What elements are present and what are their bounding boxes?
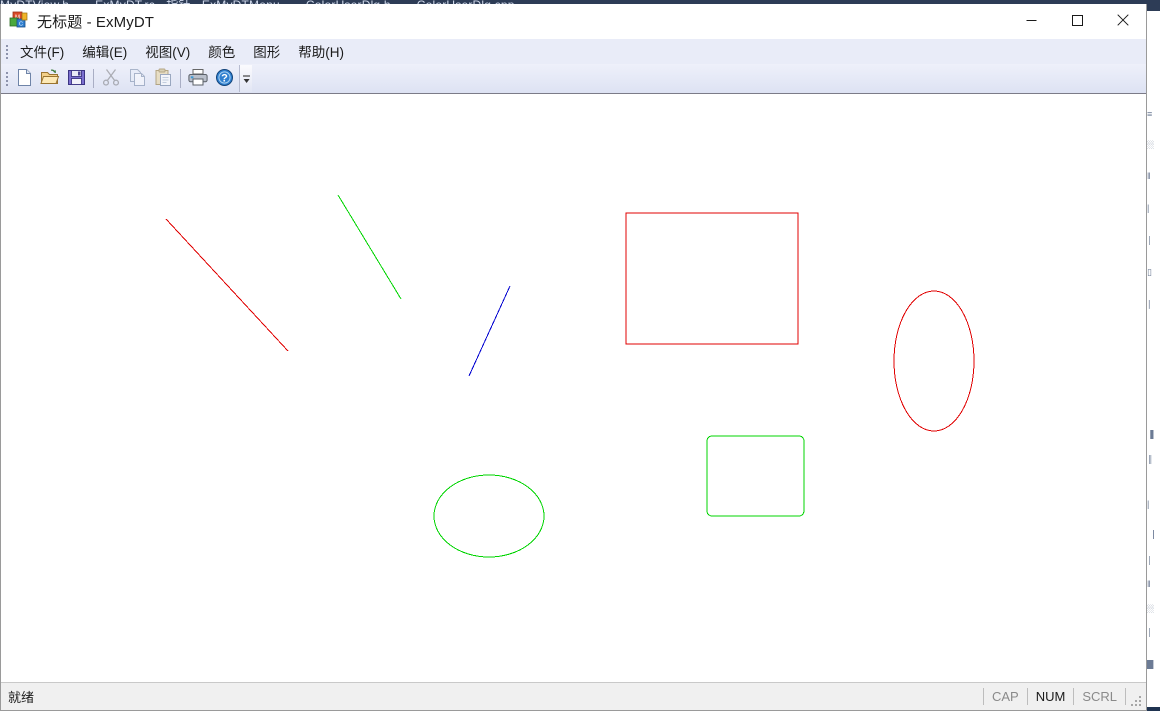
maximize-icon [1071, 14, 1083, 29]
menu-item-file[interactable]: 文件(F) [11, 38, 73, 65]
background-window-ghost-text: │ [1147, 556, 1153, 565]
background-window-ghost-text: ∣ [1147, 300, 1152, 309]
toolbar-overflow-button[interactable] [239, 65, 252, 92]
menu-item-help[interactable]: 帮助(H) [289, 38, 353, 65]
copy-button[interactable] [124, 66, 150, 91]
background-window-ghost-text: ▯ [1147, 268, 1152, 277]
background-window-ghost-text: | [1147, 204, 1150, 213]
menu-item-color[interactable]: 颜色 [199, 38, 244, 65]
toolbar-drag-handle[interactable] [3, 66, 11, 91]
close-button[interactable] [1100, 4, 1146, 38]
background-window-ghost-text: ║ [1147, 455, 1154, 464]
background-window-ghost-text: ‖ [1147, 580, 1151, 589]
drawing-canvas[interactable] [1, 94, 1146, 682]
svg-text:C: C [19, 22, 23, 28]
background-window-ghost-text: ░ [1147, 140, 1154, 149]
close-icon [1117, 13, 1129, 29]
ellipse-green[interactable] [433, 474, 545, 558]
cut-scissors-icon [102, 68, 120, 89]
background-window-ghost-text: █ [1147, 660, 1154, 669]
window-title: 无标题 - ExMyDT [37, 13, 155, 31]
line-red[interactable] [165, 218, 289, 352]
new-document-icon [15, 68, 34, 90]
minimize-icon [1026, 14, 1037, 29]
toolbar-separator-1 [93, 69, 94, 88]
help-question-icon: ? [215, 68, 234, 90]
toolbar: ? [1, 64, 1146, 94]
print-icon [188, 68, 208, 90]
menu-item-edit[interactable]: 编辑(E) [73, 38, 136, 65]
svg-text:?: ? [221, 72, 228, 84]
new-button[interactable] [11, 66, 37, 91]
status-message: 就绪 [8, 690, 35, 705]
maximize-button[interactable] [1054, 4, 1100, 38]
window-controls [1008, 4, 1146, 38]
background-window-ghost-text: ‖ [1147, 172, 1151, 181]
open-folder-icon [40, 68, 60, 90]
menu-drag-handle[interactable] [3, 39, 11, 64]
help-button[interactable]: ? [211, 66, 237, 91]
line-green[interactable] [337, 194, 402, 300]
background-window-ghost-text: ≡ [1147, 110, 1153, 119]
gripper-dots-icon [6, 44, 8, 60]
resize-grip[interactable] [1130, 695, 1143, 708]
background-window-ghost-text: ▐ [1147, 430, 1154, 439]
chevron-down-icon [242, 72, 251, 90]
status-bar: 就绪 CAP NUM SCRL [1, 682, 1146, 710]
paste-clipboard-icon [154, 68, 173, 90]
save-button[interactable] [63, 66, 89, 91]
menu-item-view[interactable]: 视图(V) [136, 38, 199, 65]
cut-button[interactable] [98, 66, 124, 91]
background-window-ghost-text: ░ [1147, 604, 1154, 613]
background-window-ghost-text: | [1147, 500, 1150, 509]
background-window-ghost-text: ▕ [1147, 530, 1154, 539]
application-window: M C 无标题 - ExMyDT [0, 4, 1147, 711]
gripper-dots-icon [6, 71, 8, 87]
background-window-right-edge: ≡ ░ ‖ | │ ▯ ∣ ▐ ║ | ▕ │ ‖ ░ │ █ [1145, 11, 1160, 711]
status-pane-scroll-lock: SCRL [1074, 688, 1126, 705]
title-bar[interactable]: M C 无标题 - ExMyDT [1, 4, 1146, 39]
status-pane-caps-lock: CAP [982, 688, 1028, 705]
menu-item-shape[interactable]: 图形 [244, 38, 289, 65]
open-button[interactable] [37, 66, 63, 91]
copy-icon [128, 68, 147, 90]
paste-button[interactable] [150, 66, 176, 91]
save-floppy-icon [67, 68, 86, 90]
print-button[interactable] [185, 66, 211, 91]
toolbar-separator-2 [180, 69, 181, 88]
rectangle-red[interactable] [625, 212, 799, 345]
status-indicators: CAP NUM SCRL [982, 683, 1126, 710]
ellipse-red[interactable] [893, 290, 975, 432]
background-window-ghost-text: │ [1147, 236, 1153, 245]
app-icon: M C [9, 11, 29, 31]
menu-bar: 文件(F) 编辑(E) 视图(V) 颜色 图形 帮助(H) [1, 39, 1146, 64]
canvas-shapes-layer [165, 194, 975, 558]
rectangle-green[interactable] [706, 435, 805, 517]
minimize-button[interactable] [1008, 4, 1054, 38]
line-blue[interactable] [468, 285, 511, 377]
status-pane-num-lock: NUM [1028, 688, 1075, 705]
background-window-ghost-text: │ [1147, 628, 1153, 637]
